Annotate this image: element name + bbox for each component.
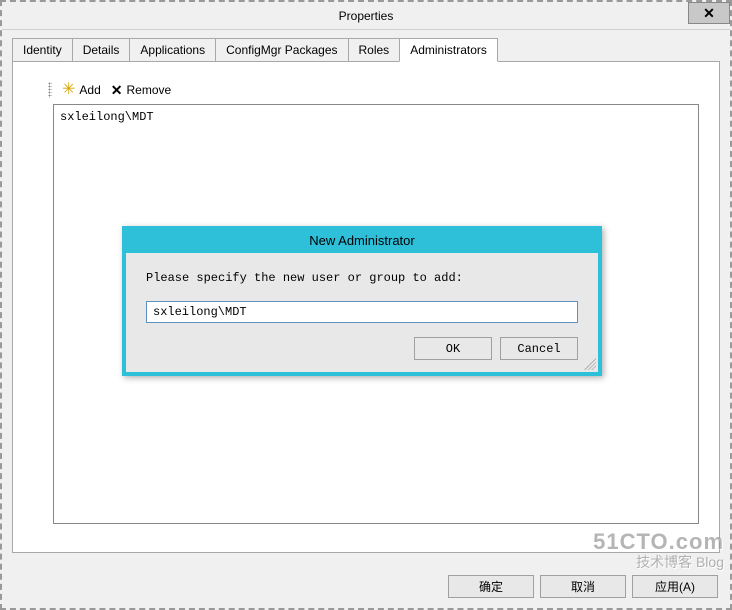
tab-label: Identity [23,43,62,57]
properties-window: Properties ✕ Identity Details Applicatio… [0,0,732,610]
watermark-line2: 技术博客 Blog [593,555,724,570]
ok-button[interactable]: 确定 [448,575,534,598]
button-label: 取消 [571,578,595,595]
button-label: Cancel [517,342,560,356]
add-button[interactable]: ✳ Add [62,83,101,97]
tab-configmgr-packages[interactable]: ConfigMgr Packages [215,38,348,62]
window-title: Properties [339,9,394,23]
apply-button[interactable]: 应用(A) [632,575,718,598]
list-item[interactable]: sxleilong\MDT [60,109,692,125]
tab-label: Details [83,43,120,57]
tab-details[interactable]: Details [72,38,131,62]
modal-button-row: OK Cancel [146,337,578,360]
title-bar: Properties ✕ [2,2,730,30]
remove-icon: ✕ [111,84,123,96]
tab-applications[interactable]: Applications [129,38,216,62]
button-label: OK [446,342,460,356]
tab-identity[interactable]: Identity [12,38,73,62]
tab-label: Applications [140,43,205,57]
remove-button[interactable]: ✕ Remove [111,83,171,97]
modal-body: Please specify the new user or group to … [126,253,598,372]
button-label: 确定 [479,578,503,595]
modal-cancel-button[interactable]: Cancel [500,337,578,360]
tab-administrators[interactable]: Administrators [399,38,498,62]
new-administrator-dialog: New Administrator Please specify the new… [122,226,602,376]
cancel-button[interactable]: 取消 [540,575,626,598]
tab-strip: Identity Details Applications ConfigMgr … [2,30,730,62]
close-icon: ✕ [703,5,715,22]
toolbar: ✳ Add ✕ Remove [48,82,699,98]
modal-prompt: Please specify the new user or group to … [146,271,578,285]
button-label: 应用(A) [655,578,695,595]
add-label: Add [79,83,100,97]
modal-title: New Administrator [126,230,598,253]
toolbar-grip-icon [48,82,52,98]
tab-label: Administrators [410,43,487,57]
tab-roles[interactable]: Roles [348,38,401,62]
dialog-button-row: 确定 取消 应用(A) [448,575,718,598]
remove-label: Remove [127,83,172,97]
window-close-button[interactable]: ✕ [688,2,730,24]
new-administrator-input[interactable] [146,301,578,323]
resize-grip-icon[interactable] [584,358,596,370]
modal-ok-button[interactable]: OK [414,337,492,360]
tab-label: Roles [359,43,390,57]
add-icon: ✳ [62,84,75,96]
tab-label: ConfigMgr Packages [226,43,337,57]
